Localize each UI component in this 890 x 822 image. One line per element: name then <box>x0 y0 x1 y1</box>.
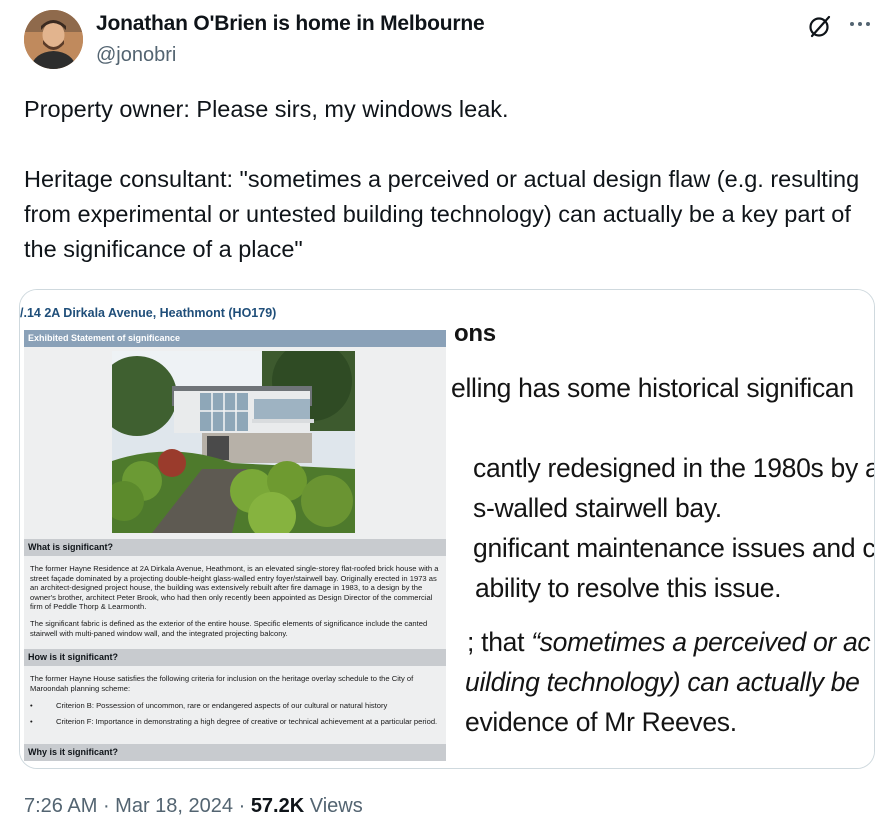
slide-line: ability to resolve this issue. <box>475 573 782 603</box>
slide-line: evidence of Mr Reeves. <box>465 707 737 737</box>
tweet-date[interactable]: Mar 18, 2024 <box>115 795 233 817</box>
grok-icon[interactable] <box>806 12 834 40</box>
tweet-meta: 7:26 AM · Mar 18, 2024 · 57.2K Views <box>24 795 363 817</box>
views-count[interactable]: 57.2K <box>251 795 304 817</box>
house-photo <box>112 351 355 533</box>
slide-line: cantly redesigned in the 1980s by a <box>473 453 875 483</box>
author-handle[interactable]: @jonobri <box>96 44 176 67</box>
slide-line: gnificant maintenance issues and c <box>473 533 875 563</box>
doc-title: /.14 2A Dirkala Avenue, Heathmont (HO179… <box>20 306 277 320</box>
slide-heading: ons <box>454 320 496 347</box>
slide-line: ; that “sometimes a perceived or ac <box>467 627 871 657</box>
doc-what-heading: What is significant? <box>24 539 446 556</box>
doc-statement-bar: Exhibited Statement of significance <box>24 330 446 347</box>
author-name[interactable]: Jonathan O'Brien is home in Melbourne <box>96 12 485 36</box>
doc-what-paragraph-2: The significant fabric is defined as the… <box>30 619 428 638</box>
more-icon[interactable] <box>846 10 874 38</box>
tweet-line-owner: Property owner: Please sirs, my windows … <box>24 96 509 122</box>
avatar[interactable] <box>24 10 83 69</box>
tweet-time[interactable]: 7:26 AM <box>24 795 97 817</box>
doc-what-paragraph-1: The former Hayne Residence at 2A Dirkala… <box>30 564 439 612</box>
views-label: Views <box>304 795 363 817</box>
tweet: Jonathan O'Brien is home in Melbourne @j… <box>0 0 890 822</box>
slide-line: s-walled stairwell bay. <box>473 493 722 523</box>
doc-why-heading: Why is it significant? <box>24 744 446 761</box>
doc-what-panel: The former Hayne Residence at 2A Dirkala… <box>24 556 446 650</box>
slide-line: uilding technology) can actually be <box>465 667 860 697</box>
tweet-text: Property owner: Please sirs, my windows … <box>24 92 869 267</box>
bullet-icon: • <box>30 701 33 710</box>
doc-how-paragraph: The former Hayne House satisfies the fol… <box>30 674 414 693</box>
tweet-line-consultant: Heritage consultant: "sometimes a percei… <box>24 166 860 262</box>
avatar-image <box>24 10 83 69</box>
doc-how-panel: The former Hayne House satisfies the fol… <box>24 666 446 744</box>
slide-excerpt-image: ons elling has some historical significa… <box>451 290 875 768</box>
heritage-document-image: /.14 2A Dirkala Avenue, Heathmont (HO179… <box>20 290 451 768</box>
bullet-icon: • <box>30 717 33 726</box>
tweet-media[interactable]: /.14 2A Dirkala Avenue, Heathmont (HO179… <box>19 289 875 769</box>
doc-how-heading: How is it significant? <box>24 649 446 666</box>
slide-line: elling has some historical significan <box>451 373 854 403</box>
